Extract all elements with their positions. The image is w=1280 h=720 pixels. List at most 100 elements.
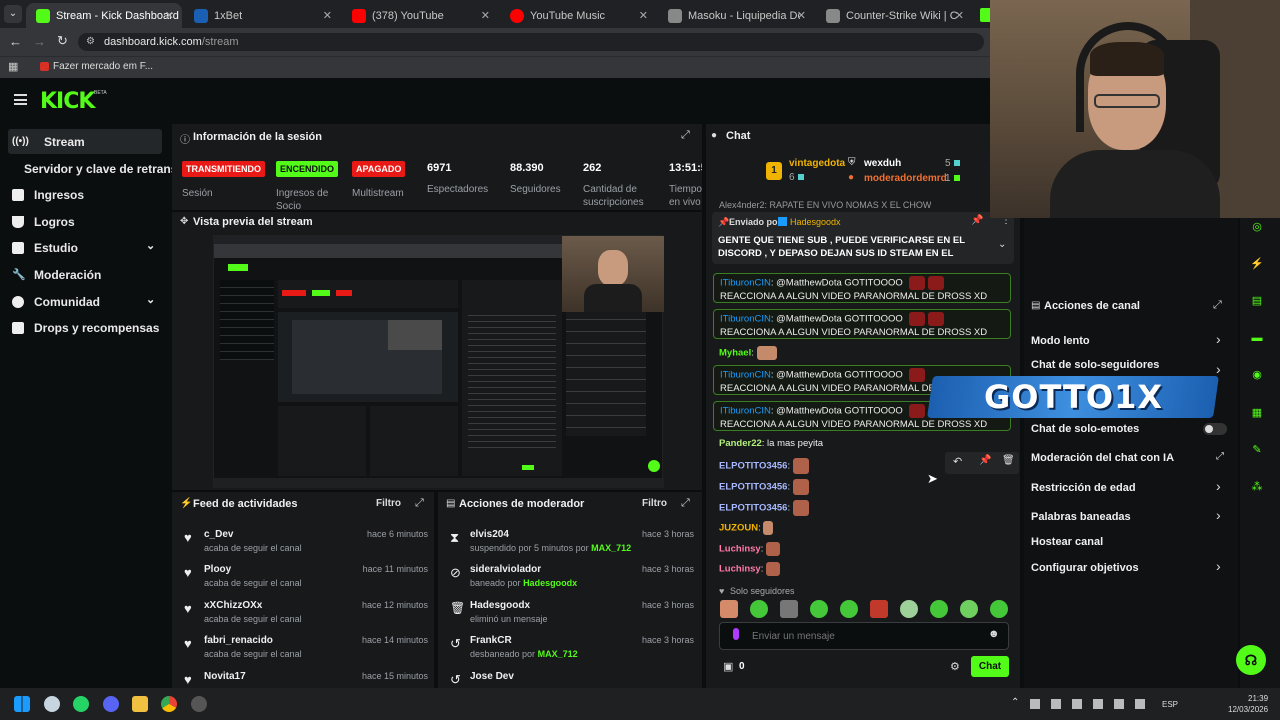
- chat-username[interactable]: ELPOTITO3456: [719, 461, 787, 472]
- chat-message[interactable]: JUZOUN:: [719, 521, 774, 535]
- chat-message[interactable]: ELPOTITO3456:: [719, 458, 809, 474]
- emotes-only-toggle[interactable]: [1203, 423, 1227, 435]
- hamburger-menu-icon[interactable]: [14, 94, 27, 105]
- chrome-icon[interactable]: [161, 696, 177, 712]
- site-info-icon[interactable]: ⚙: [86, 33, 95, 51]
- emote-icon[interactable]: [840, 600, 858, 618]
- chat-message[interactable]: Luchinsy:: [719, 562, 780, 576]
- feed-username[interactable]: xXChizzOXx: [204, 600, 262, 611]
- pinned-by-username[interactable]: Hadesgoodx: [790, 217, 841, 227]
- pin-icon[interactable]: 📌: [979, 455, 991, 466]
- expand-icon[interactable]: ⤢: [415, 497, 424, 510]
- chat-message[interactable]: Myhael:: [719, 346, 777, 360]
- emote-icon[interactable]: [930, 600, 948, 618]
- chat-username[interactable]: ELPOTITO3456: [719, 503, 787, 514]
- emote-icon[interactable]: [810, 600, 828, 618]
- unpin-icon[interactable]: 📌: [971, 215, 983, 226]
- channel-action-slow-mode[interactable]: Modo lento: [1031, 335, 1090, 347]
- users-icon[interactable]: ⁂: [1246, 476, 1268, 498]
- app-icon[interactable]: [191, 696, 207, 712]
- chat-message[interactable]: ELPOTITO3456:: [719, 479, 809, 495]
- chat-username[interactable]: Pander22: [719, 438, 762, 449]
- chat-username[interactable]: ITiburonCIN: [720, 278, 771, 289]
- chat-message[interactable]: Pander22: la mas peyita: [719, 438, 823, 449]
- chevron-down-icon[interactable]: ⌄: [998, 239, 1006, 250]
- leader-name[interactable]: wexduh: [864, 158, 901, 169]
- mod-target-username[interactable]: Hadesgoodx: [470, 600, 530, 611]
- stream-preview-video[interactable]: [213, 235, 664, 488]
- expand-icon[interactable]: ⤢: [1213, 299, 1222, 312]
- discord-icon[interactable]: [103, 696, 119, 712]
- url-field[interactable]: ⚙ dashboard.kick.com/stream: [78, 33, 984, 51]
- channel-action-banned-words[interactable]: Palabras baneadas: [1031, 511, 1131, 523]
- whatsapp-icon[interactable]: [73, 696, 89, 712]
- chevron-right-icon[interactable]: ›: [1216, 331, 1221, 347]
- mod-target-username[interactable]: elvis204: [470, 529, 509, 540]
- channel-action-ai-moderation[interactable]: Moderación del chat con IA: [1031, 452, 1174, 464]
- expand-icon[interactable]: ⤢: [681, 129, 690, 142]
- filter-button[interactable]: Filtro: [642, 498, 667, 509]
- steam-icon[interactable]: [44, 696, 60, 712]
- chat-username[interactable]: ITiburonCIN: [720, 314, 771, 325]
- sidebar-item-logros[interactable]: Logros: [12, 211, 75, 233]
- tab-list-button[interactable]: ⌄: [4, 5, 22, 23]
- chat-message[interactable]: Luchinsy:: [719, 542, 780, 556]
- emote-icon[interactable]: [780, 600, 798, 618]
- tab-1xbet[interactable]: 1xBet ✕: [184, 3, 340, 28]
- channel-action-emotes-only[interactable]: Chat de solo-emotes: [1031, 423, 1139, 435]
- close-icon[interactable]: ✕: [955, 9, 964, 22]
- bookmark-item[interactable]: Fazer mercado em F...: [53, 61, 153, 72]
- feed-username[interactable]: c_Dev: [204, 529, 233, 540]
- emote-icon[interactable]: [990, 600, 1008, 618]
- document-icon[interactable]: ▤: [1246, 290, 1268, 312]
- mod-target-username[interactable]: FrankCR: [470, 635, 512, 646]
- pinned-message[interactable]: 📌 Enviado por Hadesgoodx 📌 ⋮ GENTE QUE T…: [712, 212, 1014, 264]
- chat-send-button[interactable]: Chat: [971, 656, 1009, 677]
- mod-target-username[interactable]: sideralviolador: [470, 564, 541, 575]
- tab-liquipedia-dota[interactable]: Masoku - Liquipedia Dota 2 Wi ✕: [658, 3, 814, 28]
- folder-icon[interactable]: [132, 696, 148, 712]
- feed-username[interactable]: Plooy: [204, 564, 231, 575]
- close-icon[interactable]: ✕: [797, 9, 806, 22]
- chat-username[interactable]: JUZOUN: [719, 523, 758, 534]
- chat-message-highlighted[interactable]: ITiburonCIN: @MatthewDota GOTITOOOO REAC…: [713, 273, 1011, 303]
- support-button[interactable]: [648, 460, 660, 472]
- chevron-right-icon[interactable]: ›: [1216, 507, 1221, 523]
- emote-icon[interactable]: [900, 600, 918, 618]
- chat-input-box[interactable]: ☻: [719, 622, 1009, 650]
- layers-icon[interactable]: ▦: [1246, 402, 1268, 424]
- back-icon[interactable]: ←: [9, 34, 22, 49]
- chat-username[interactable]: ELPOTITO3456: [719, 482, 787, 493]
- emoji-picker-icon[interactable]: ☻: [988, 628, 1000, 640]
- tab-youtube-music[interactable]: YouTube Music ✕: [500, 3, 656, 28]
- tab-kick-dashboard[interactable]: Stream - Kick Dashboard ✕: [26, 3, 182, 28]
- wrench-icon[interactable]: ✎: [1246, 439, 1268, 461]
- chevron-right-icon[interactable]: ›: [1216, 558, 1221, 574]
- leader-name[interactable]: vintagedota: [789, 158, 845, 169]
- sidebar-item-ingresos[interactable]: Ingresos: [12, 184, 84, 206]
- camera-icon[interactable]: ◎: [1246, 216, 1268, 238]
- channel-action-age-restriction[interactable]: Restricción de edad: [1031, 482, 1136, 494]
- support-button[interactable]: ☊: [1236, 645, 1266, 675]
- chat-bubble-icon[interactable]: ▬: [1246, 327, 1268, 349]
- emote-icon[interactable]: [870, 600, 888, 618]
- windows-start-icon[interactable]: [14, 696, 30, 712]
- bolt-icon[interactable]: ⚡: [1246, 253, 1268, 275]
- emote-icon[interactable]: [750, 600, 768, 618]
- kick-logo[interactable]: KICK: [40, 89, 95, 114]
- close-icon[interactable]: ✕: [323, 9, 332, 22]
- chat-username[interactable]: Myhael: [719, 348, 751, 359]
- expand-icon[interactable]: ⤢: [681, 497, 690, 510]
- reply-icon[interactable]: ↶: [953, 455, 962, 468]
- chat-username[interactable]: ITiburonCIN: [720, 406, 771, 417]
- external-link-icon[interactable]: ⤢: [1216, 451, 1224, 462]
- chevron-down-icon[interactable]: ⌄: [146, 239, 155, 252]
- language-indicator[interactable]: ESP: [1162, 700, 1178, 709]
- forward-icon[interactable]: →: [33, 34, 46, 49]
- sidebar-item-estudio[interactable]: Estudio ⌄: [12, 237, 162, 259]
- close-icon[interactable]: ✕: [639, 9, 648, 22]
- chevron-down-icon[interactable]: ⌄: [146, 293, 155, 306]
- chat-username[interactable]: Luchinsy: [719, 544, 761, 555]
- feed-username[interactable]: fabri_renacido: [204, 635, 273, 646]
- clock-date[interactable]: 12/03/2026: [1228, 705, 1268, 714]
